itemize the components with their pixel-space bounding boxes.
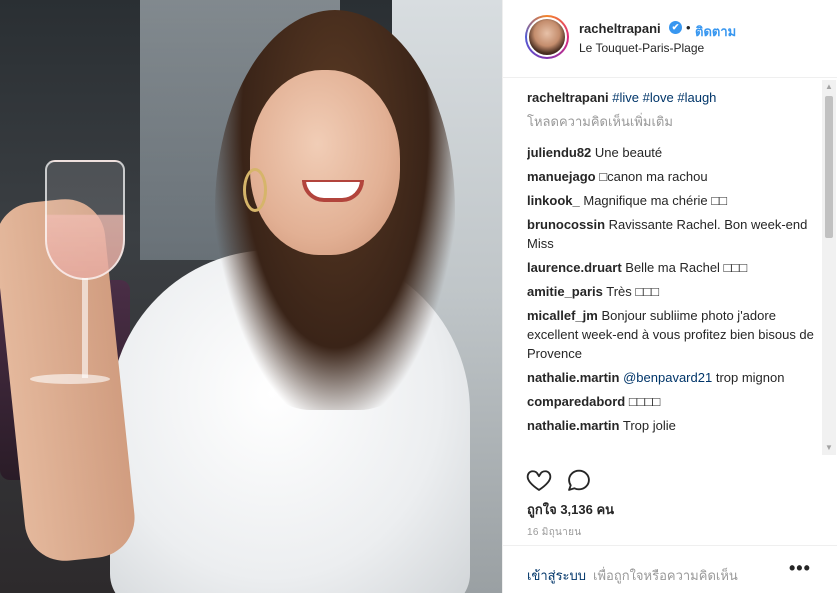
scroll-up-arrow-icon[interactable]: ▲: [822, 80, 836, 94]
wine-glass-bowl: [45, 160, 125, 280]
caption-username[interactable]: racheltrapani: [527, 90, 609, 105]
comment-text: Trop jolie: [622, 418, 676, 433]
verified-badge-icon: ✔: [669, 21, 682, 34]
post-sidebar: racheltrapani ✔ • ติดตาม Le Touquet-Pari…: [502, 0, 837, 593]
comment-item: nathalie.martin Trop jolie: [527, 416, 817, 435]
comment-item: comparedabord □□□□: [527, 392, 817, 411]
more-options-icon[interactable]: •••: [789, 558, 811, 579]
post-photo: [0, 0, 502, 593]
mention-link[interactable]: @benpavard21: [623, 370, 712, 385]
comment-username[interactable]: brunocossin: [527, 217, 605, 232]
username-link[interactable]: racheltrapani: [579, 21, 661, 36]
hoop-earring: [243, 168, 267, 212]
avatar-image: [527, 17, 567, 57]
login-link[interactable]: เข้าสู่ระบบ: [527, 565, 586, 586]
comment-text: □canon ma rachou: [599, 169, 708, 184]
comment-bubble-icon: [568, 469, 590, 491]
caption: racheltrapani #live #love #laugh: [527, 88, 817, 107]
like-button[interactable]: [525, 466, 553, 494]
comment-username[interactable]: manuejago: [527, 169, 596, 184]
comment-item: micallef_jm Bonjour subliime photo j'ado…: [527, 306, 817, 363]
comment-username[interactable]: laurence.druart: [527, 260, 622, 275]
comment-item: juliendu82 Une beauté: [527, 143, 817, 162]
comment-item: amitie_paris Très □□□: [527, 282, 817, 301]
login-prompt-text: เพื่อถูกใจหรือความคิดเห็น: [593, 568, 738, 583]
hashtag-link[interactable]: #love: [643, 90, 674, 105]
comment-item: laurence.druart Belle ma Rachel □□□: [527, 258, 817, 277]
separator-dot: •: [686, 20, 691, 35]
comments-scrollbar[interactable]: ▲ ▼: [822, 80, 836, 455]
wine-glass-stem: [82, 278, 88, 378]
scroll-down-arrow-icon[interactable]: ▼: [822, 441, 836, 455]
comment-username[interactable]: nathalie.martin: [527, 418, 619, 433]
comment-text: trop mignon: [715, 370, 785, 385]
comment-username[interactable]: micallef_jm: [527, 308, 598, 323]
comments-list[interactable]: racheltrapani #live #love #laugh โหลดควา…: [527, 88, 817, 458]
comment-text: □□□□: [628, 394, 661, 409]
like-count[interactable]: ถูกใจ 3,136 คน: [527, 499, 614, 520]
comment-item: brunocossin Ravissante Rachel. Bon week-…: [527, 215, 817, 253]
comment-username[interactable]: juliendu82: [527, 145, 591, 160]
comment-item: nathalie.martin @benpavard21 trop mignon: [527, 368, 817, 387]
hashtag-link[interactable]: #live: [612, 90, 639, 105]
comment-text: Belle ma Rachel □□□: [625, 260, 748, 275]
comment-text: Une beauté: [594, 145, 663, 160]
location-link[interactable]: Le Touquet-Paris-Plage: [579, 41, 704, 55]
post-header: racheltrapani ✔ • ติดตาม Le Touquet-Pari…: [503, 0, 837, 78]
heart-icon: [526, 470, 552, 491]
face: [250, 70, 400, 255]
comment-text: Magnifique ma chérie □□: [583, 193, 727, 208]
post-footer: เข้าสู่ระบบ เพื่อถูกใจหรือความคิดเห็น ••…: [503, 545, 837, 593]
comment-username[interactable]: amitie_paris: [527, 284, 603, 299]
hashtag-link[interactable]: #laugh: [677, 90, 716, 105]
wine-glass-base: [30, 374, 110, 384]
scroll-thumb[interactable]: [825, 96, 833, 238]
follow-button[interactable]: ติดตาม: [695, 21, 736, 42]
load-more-comments-link[interactable]: โหลดความคิดเห็นเพิ่มเติม: [527, 112, 817, 131]
post-timestamp[interactable]: 16 มิถุนายน: [527, 525, 581, 540]
comment-username[interactable]: nathalie.martin: [527, 370, 619, 385]
avatar[interactable]: [525, 15, 569, 59]
comment-username[interactable]: comparedabord: [527, 394, 625, 409]
comment-username[interactable]: linkook_: [527, 193, 580, 208]
comment-item: manuejago □canon ma rachou: [527, 167, 817, 186]
comment-item: linkook_ Magnifique ma chérie □□: [527, 191, 817, 210]
comment-button[interactable]: [565, 466, 593, 494]
comment-text: Très □□□: [606, 284, 659, 299]
